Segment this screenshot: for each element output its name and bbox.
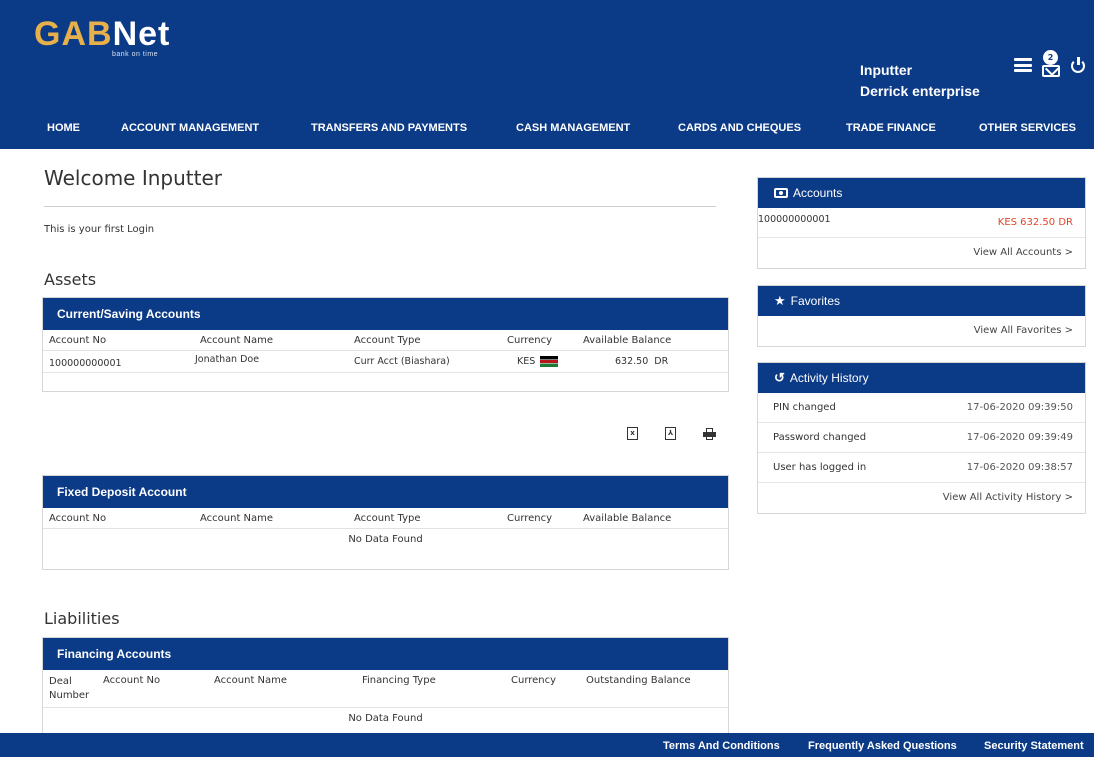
financing-header-row: Deal Number Account No Account Name Fina… [43,670,728,708]
col-currency: Currency [507,513,553,524]
col-account-name: Account Name [200,335,274,346]
menu-icon[interactable] [1014,58,1032,72]
col-account-no: Account No [103,675,161,686]
current-accounts-heading: Current/Saving Accounts [43,298,728,330]
faq-link[interactable]: Frequently Asked Questions [808,740,957,752]
currency-code: KES [517,356,536,367]
balance-amount: 632.50 [615,356,649,367]
available-balance: 632.50 DR [615,356,668,367]
nav-transfers-payments[interactable]: TRANSFERS AND PAYMENTS [311,122,467,134]
col-account-name: Account Name [200,513,274,524]
terms-link[interactable]: Terms And Conditions [663,740,780,752]
security-statement-link[interactable]: Security Statement [984,740,1084,752]
nav-account-management[interactable]: ACCOUNT MANAGEMENT [121,122,259,134]
mail-icon[interactable]: 2 [1040,50,1062,78]
gabnet-logo[interactable]: GABNet [34,14,170,54]
no-data-message: No Data Found [348,534,423,545]
col-deal-number: Deal Number [49,676,90,701]
logo-net: Net [112,15,171,53]
no-data-message: No Data Found [348,713,423,724]
history-icon: ↺ [774,370,785,385]
current-accounts-panel: Current/Saving Accounts Account No Accou… [42,297,729,392]
first-login-message: This is your first Login [44,224,155,235]
favorites-widget-title: Favorites [790,294,841,308]
col-financing-type: Financing Type [362,675,436,686]
financing-accounts-heading: Financing Accounts [43,638,728,670]
balance-dr: DR [654,356,669,367]
favorites-widget-heading: ★ Favorites [758,286,1085,316]
assets-title: Assets [44,270,97,289]
accounts-widget: Accounts 100000000001 KES 632.50 DR View… [757,177,1086,269]
kenya-flag-icon [540,356,559,367]
activity-time: 17-06-2020 09:39:50 [966,402,1073,413]
col-available-balance: Available Balance [583,513,672,524]
header: GABNet bank on time Inputter Derrick ent… [0,0,1094,149]
star-icon: ★ [774,293,786,308]
col-currency: Currency [511,675,557,686]
accounts-widget-heading: Accounts [758,178,1085,208]
logo-gab: GAB [34,15,113,53]
activity-label: PIN changed [773,402,836,413]
print-icon[interactable] [703,428,716,440]
main-nav: HOME ACCOUNT MANAGEMENT TRANSFERS AND PA… [0,118,1094,140]
current-accounts-header-row: Account No Account Name Account Type Cur… [43,330,728,351]
view-all-accounts-link[interactable]: View All Accounts > [758,238,1085,268]
account-name: Jonathan Doe [195,354,260,365]
currency-cell: KES [517,356,559,367]
activity-time: 17-06-2020 09:39:49 [966,432,1073,443]
nav-trade-finance[interactable]: TRADE FINANCE [846,122,936,134]
user-name: Inputter [860,62,913,78]
excel-export-icon[interactable]: x [627,427,638,440]
fixed-deposit-header-row: Account No Account Name Account Type Cur… [43,508,728,529]
col-account-no: Account No [49,335,107,346]
header-icons: 2 [1014,50,1086,80]
col-currency: Currency [507,335,553,346]
power-icon[interactable] [1070,57,1086,73]
activity-row: User has logged in 17-06-2020 09:38:57 [758,453,1085,483]
activity-time: 17-06-2020 09:38:57 [966,462,1073,473]
col-available-balance: Available Balance [583,335,672,346]
liabilities-title: Liabilities [44,609,120,628]
cash-icon [774,188,788,198]
view-all-activity-link[interactable]: View All Activity History > [758,483,1085,513]
title-divider [44,206,716,207]
pdf-export-icon[interactable]: ⅄ [665,427,676,440]
account-summary-row[interactable]: 100000000001 KES 632.50 DR [758,208,1085,238]
col-outstanding-balance: Outstanding Balance [586,675,691,686]
fixed-deposit-panel: Fixed Deposit Account Account No Account… [42,475,729,570]
logo-tagline: bank on time [112,51,159,58]
favorites-widget: ★ Favorites View All Favorites > [757,285,1086,347]
table-row[interactable]: 100000000001 Jonathan Doe Curr Acct (Bia… [43,351,728,373]
accounts-widget-title: Accounts [793,186,843,200]
view-all-favorites-link[interactable]: View All Favorites > [758,316,1085,346]
page-title: Welcome Inputter [44,166,222,190]
financing-accounts-panel: Financing Accounts Deal Number Account N… [42,637,729,733]
nav-other-services[interactable]: OTHER SERVICES [979,122,1076,134]
user-info: Inputter Derrick enterprise [860,60,980,102]
fixed-deposit-heading: Fixed Deposit Account [43,476,728,508]
nav-cash-management[interactable]: CASH MANAGEMENT [516,122,630,134]
summary-account-no: 100000000001 [758,214,831,225]
activity-label: Password changed [773,432,867,443]
col-account-no: Account No [49,513,107,524]
activity-history-widget: ↺ Activity History PIN changed 17-06-202… [757,362,1086,514]
col-account-type: Account Type [354,335,421,346]
nav-cards-cheques[interactable]: CARDS AND CHEQUES [678,122,801,134]
nav-home[interactable]: HOME [47,122,80,134]
activity-row: PIN changed 17-06-2020 09:39:50 [758,393,1085,423]
activity-row: Password changed 17-06-2020 09:39:49 [758,423,1085,453]
col-account-name: Account Name [214,675,288,686]
company-name: Derrick enterprise [860,83,980,99]
account-no[interactable]: 100000000001 [49,358,122,369]
account-type: Curr Acct (Biashara) [354,356,450,367]
envelope-shape [1042,65,1060,77]
col-account-type: Account Type [354,513,421,524]
footer: Terms And Conditions Frequently Asked Qu… [0,733,1094,757]
summary-balance: KES 632.50 DR [997,217,1073,228]
activity-widget-heading: ↺ Activity History [758,363,1085,393]
activity-label: User has logged in [773,462,867,473]
activity-widget-title: Activity History [789,371,869,385]
